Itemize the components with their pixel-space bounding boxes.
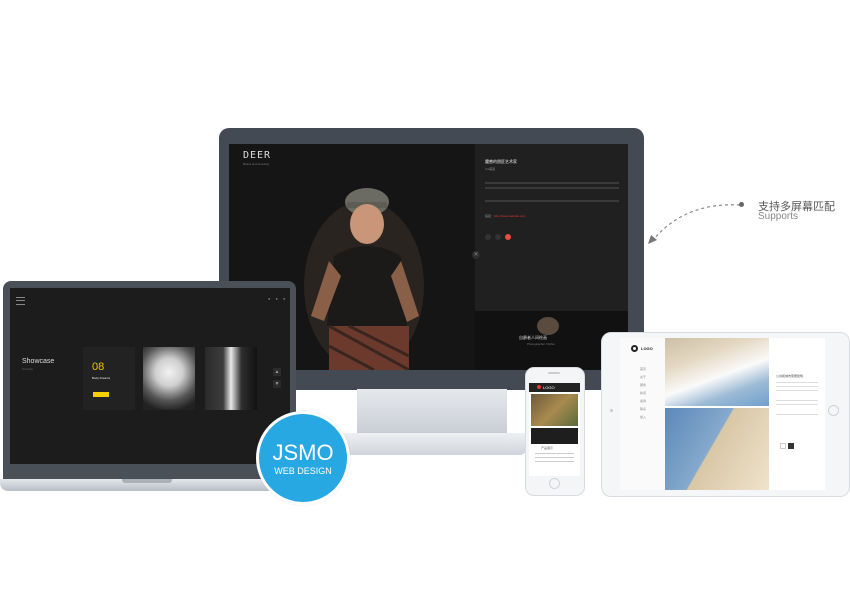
supports-dot (739, 202, 744, 207)
card-number: 08 (92, 361, 105, 373)
tablet-nav-item[interactable]: 服务 (640, 383, 646, 387)
tablet-text-line (776, 386, 818, 387)
arrow-up-icon[interactable]: ▲ (273, 368, 281, 376)
portrait-photo (304, 188, 424, 370)
tablet-home-button (828, 405, 839, 416)
phone-text-line (535, 457, 574, 458)
tablet-sidebar: LOGO 首页 关于 服务 新闻 案例 联系 加入 (620, 338, 665, 490)
tablet-text-line (776, 400, 818, 401)
window-dots-icon: ● ● ● (268, 296, 288, 301)
phone-text-line (535, 453, 574, 454)
phone-screen: LOGO 产品展示 (529, 383, 580, 476)
monitor-stand (336, 433, 526, 455)
phone-header: LOGO (529, 383, 580, 392)
showcase-card-portrait[interactable] (205, 347, 257, 410)
showcase-card-featured[interactable]: 08 Body Dreams (83, 347, 135, 410)
tablet-nav-item[interactable]: 首页 (640, 367, 646, 371)
detail-link-label: 链接： (485, 214, 495, 218)
phone-banner-image (531, 394, 578, 426)
detail-link-url[interactable]: http://www.website.com (494, 214, 525, 218)
supports-subtitle: Supports (758, 211, 799, 222)
tablet-logo[interactable]: LOGO (641, 346, 653, 351)
phone-logo[interactable]: LOGO (543, 385, 555, 390)
arrow-down-icon[interactable]: ▼ (273, 380, 281, 388)
detail-meta: 3.0美国 (485, 167, 496, 171)
phone-home-button (549, 478, 560, 489)
close-icon[interactable]: ✕ (472, 251, 480, 259)
desktop-logo-subtitle: Brand and dressing (243, 162, 270, 166)
tablet-text-line (776, 382, 818, 383)
phone-speaker (548, 372, 560, 374)
tablet-nav-item[interactable]: 加入 (640, 415, 646, 419)
tablet-architecture-image-top (665, 338, 769, 406)
related-thumbnail (537, 317, 559, 335)
google-plus-icon[interactable] (505, 234, 511, 240)
phone-product-strip (531, 428, 578, 444)
monitor-neck (357, 389, 507, 433)
twitter-icon[interactable] (495, 234, 501, 240)
tablet-text-line (776, 414, 818, 415)
supports-arrow (648, 204, 741, 244)
tablet-nav-item[interactable]: 联系 (640, 407, 646, 411)
tablet-architecture-image-bottom (665, 408, 769, 490)
showcase-heading: Showcase (22, 358, 55, 365)
phone-section-label: 产品展示 (541, 446, 554, 450)
card-button[interactable] (93, 392, 109, 397)
badge-subtitle: WEB DESIGN (274, 466, 332, 476)
phone-text-line (535, 461, 574, 462)
tablet-camera (610, 409, 613, 412)
tablet-screen: LOGO 首页 关于 服务 新闻 案例 联系 加入 公共和城市家居建筑 (620, 338, 825, 490)
detail-text-line (485, 187, 619, 189)
tablet-text-line (776, 404, 818, 405)
detail-text-line (485, 182, 619, 184)
desktop-logo[interactable]: DEER (243, 150, 271, 161)
laptop-screen: ● ● ● Showcase Portfolio 08 Body Dreams … (10, 288, 290, 464)
desktop-detail-panel: 魔兽的朋匠艺术家 3.0美国 链接：http://www.website.com (475, 144, 628, 311)
detail-text-line (485, 200, 619, 202)
phone-logo-icon (537, 385, 541, 389)
detail-title: 魔兽的朋匠艺术家 (485, 159, 517, 164)
badge-title: JSMO (272, 440, 334, 465)
tablet-nav-item[interactable]: 新闻 (640, 391, 646, 395)
tablet-logo-icon (631, 345, 638, 352)
facebook-icon[interactable] (485, 234, 491, 240)
tablet-pagination-next[interactable] (788, 443, 794, 449)
related-caption: 自爵者人间绘画 (519, 335, 547, 340)
laptop-notch (122, 479, 172, 483)
detail-link[interactable]: 链接：http://www.website.com (485, 214, 525, 218)
tablet-pagination-prev[interactable] (780, 443, 786, 449)
showcase-subtitle: Portfolio (22, 367, 34, 371)
tablet-nav-item[interactable]: 案例 (640, 399, 646, 403)
tablet-text-line (776, 390, 818, 391)
tablet-article-title: 公共和城市家居建筑 (776, 374, 804, 378)
tablet-nav-item[interactable]: 关于 (640, 375, 646, 379)
related-caption-sub: Photographer Visible (527, 342, 555, 346)
card-text: Body Dreams (92, 376, 111, 380)
showcase-card-hair-photo[interactable] (143, 347, 195, 410)
jsmo-badge: JSMO WEB DESIGN (256, 411, 350, 505)
hamburger-menu-icon[interactable] (16, 297, 25, 305)
